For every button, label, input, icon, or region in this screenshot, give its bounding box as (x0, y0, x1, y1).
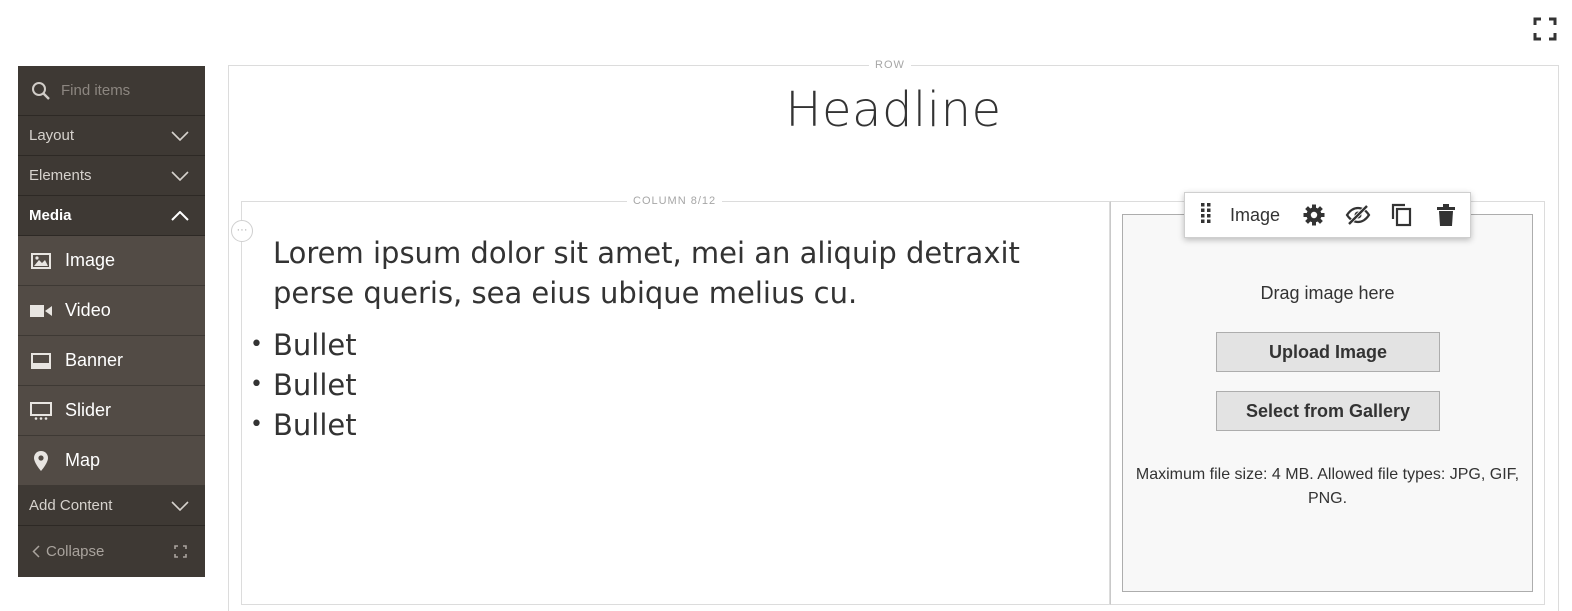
chevron-down-icon (171, 130, 189, 141)
fullscreen-icon[interactable] (174, 545, 187, 558)
search-input[interactable] (61, 82, 191, 99)
upload-image-button[interactable]: Upload Image (1216, 332, 1440, 372)
collapse-button[interactable]: Collapse (32, 543, 104, 560)
file-size-note: Maximum file size: 4 MB. Allowed file ty… (1135, 466, 1520, 507)
media-item-banner[interactable]: Banner (18, 336, 205, 386)
chevron-down-icon (171, 500, 189, 511)
banner-icon (30, 350, 52, 372)
toolbar-label: Image (1230, 204, 1281, 225)
media-item-label: Map (65, 450, 101, 470)
media-item-video[interactable]: Video (18, 286, 205, 336)
search-icon (32, 81, 50, 100)
gear-icon[interactable] (1292, 200, 1336, 230)
text-paragraph[interactable]: Lorem ipsum dolor sit amet, mei an aliqu… (273, 233, 1103, 313)
section-elements[interactable]: Elements (18, 156, 205, 196)
element-toolbar: Image (1184, 192, 1471, 238)
column-label: COLUMN 8/12 (627, 195, 723, 207)
eye-slash-icon[interactable] (1336, 200, 1380, 230)
bullet-marker: • (250, 412, 263, 437)
media-item-label: Image (65, 250, 116, 270)
list-item: • Bullet (250, 365, 357, 405)
chevron-up-icon (171, 210, 189, 221)
headline[interactable]: Headline (228, 82, 1559, 138)
column-resize-handle[interactable]: ··· (231, 220, 253, 242)
drag-image-text: Drag image here (1260, 283, 1395, 303)
media-item-slider[interactable]: Slider (18, 386, 205, 436)
map-pin-icon (30, 450, 52, 472)
list-item: • Bullet (250, 325, 357, 365)
list-item: • Bullet (250, 405, 357, 445)
section-label: Elements (29, 167, 92, 184)
slider-icon (30, 400, 52, 422)
media-item-label: Video (65, 300, 111, 320)
image-icon (30, 250, 52, 272)
bullet-marker: • (250, 332, 263, 357)
bullet-list[interactable]: • Bullet • Bullet • Bullet (250, 325, 357, 445)
collapse-label: Collapse (46, 543, 105, 560)
section-label: Add Content (29, 497, 113, 514)
section-label: Layout (29, 127, 75, 144)
list-item-text: Bullet (273, 368, 357, 402)
select-from-gallery-button[interactable]: Select from Gallery (1216, 391, 1440, 431)
collapse-bar: Collapse (18, 526, 205, 577)
trash-icon[interactable] (1424, 200, 1468, 230)
list-item-text: Bullet (273, 408, 357, 442)
bullet-marker: • (250, 372, 263, 397)
list-item-text: Bullet (273, 328, 357, 362)
drag-handle-icon[interactable] (1200, 202, 1212, 229)
chevron-down-icon (171, 170, 189, 181)
section-label: Media (29, 207, 72, 224)
section-media[interactable]: Media (18, 196, 205, 236)
media-item-map[interactable]: Map (18, 436, 205, 486)
fullscreen-icon[interactable] (1533, 17, 1557, 41)
media-item-label: Banner (65, 350, 124, 370)
content-panel: Layout Elements Media Image Video Banner… (18, 66, 205, 577)
row-label: ROW (869, 59, 911, 71)
media-item-image[interactable]: Image (18, 236, 205, 286)
search-box (18, 66, 205, 116)
section-add-content[interactable]: Add Content (18, 486, 205, 526)
page-builder-stage: Layout Elements Media Image Video Banner… (0, 0, 1572, 611)
media-item-label: Slider (65, 400, 112, 420)
chevron-left-icon (32, 545, 40, 558)
copy-icon[interactable] (1380, 200, 1424, 230)
video-icon (30, 300, 52, 322)
section-layout[interactable]: Layout (18, 116, 205, 156)
